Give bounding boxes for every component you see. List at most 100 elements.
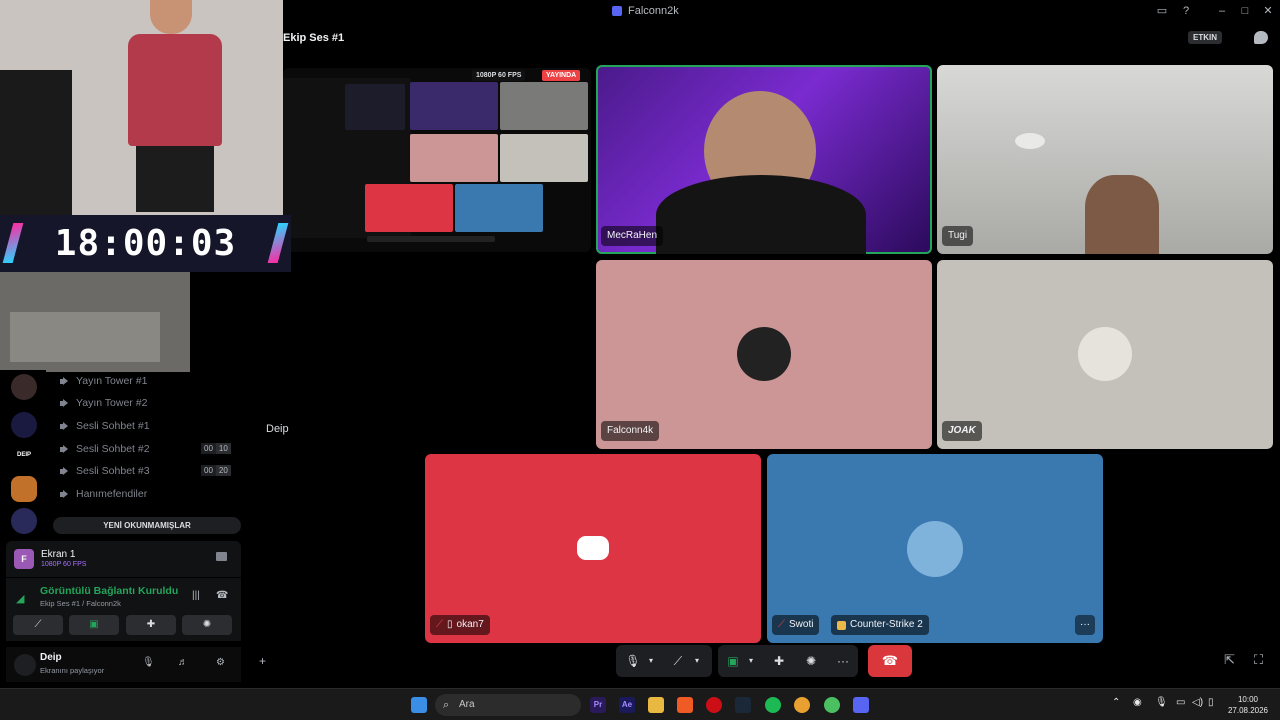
minimize-button[interactable]: –: [1214, 3, 1230, 19]
screen-share-panel: F Ekran 1 1080P 60 FPS: [6, 541, 241, 577]
taskbar-clock[interactable]: 10:00 27.08.2026: [1220, 694, 1276, 716]
server-icon-deip[interactable]: DEIP: [11, 442, 37, 468]
participant-name-label: MecRaHen: [601, 226, 664, 246]
spotify-icon[interactable]: [765, 697, 781, 713]
bed: [10, 312, 160, 362]
screen-share-tile[interactable]: [283, 68, 591, 252]
avatar: [907, 521, 963, 577]
chevron-down-icon[interactable]: ▾: [746, 650, 756, 672]
server-icon[interactable]: [11, 508, 37, 534]
disconnect-icon[interactable]: ☎: [216, 590, 228, 601]
participant-name-label: ⟋ ▯ okan7: [430, 615, 490, 635]
premiere-icon[interactable]: Pr: [590, 697, 606, 713]
connection-status[interactable]: Görüntülü Bağlantı Kuruldu: [40, 585, 178, 597]
user-panel: Deip Ekranını paylaşıyor 🎙 ♬ ⚙: [6, 647, 241, 682]
mic-icon[interactable]: 🎙: [142, 657, 155, 668]
more-icon[interactable]: ···: [834, 650, 852, 672]
mobile-icon: ▯: [447, 619, 453, 630]
add-friend-icon[interactable]: +: [259, 654, 266, 668]
ceiling-lamp: [1015, 133, 1045, 149]
new-unreads-button[interactable]: YENİ OKUNMAMIŞLAR: [53, 517, 241, 534]
soundboard-icon[interactable]: ✺: [802, 650, 820, 672]
screen-share-button[interactable]: ▣: [69, 615, 119, 635]
voice-channel[interactable]: Yayın Tower #2: [60, 394, 147, 412]
fullscreen-icon[interactable]: ⛶: [1254, 652, 1263, 668]
avatar-tile-swoti[interactable]: ⟋ Swoti Counter-Strike 2 ···: [767, 454, 1103, 643]
screen-share-icon[interactable]: ▣: [724, 650, 742, 672]
taskbar-date: 27.08.2026: [1227, 706, 1269, 715]
camera-off-button[interactable]: ⟋: [13, 615, 63, 635]
chrome-icon[interactable]: [794, 697, 810, 713]
signal-icon[interactable]: ◢: [16, 592, 24, 605]
video-tile-tugi[interactable]: Tugi: [937, 65, 1273, 254]
battery-icon[interactable]: ▯: [1208, 697, 1214, 708]
connection-location: Ekip Ses #1 / Falconn2k: [40, 599, 121, 608]
channel-name: Hanımefendiler: [76, 488, 148, 500]
participant-name: Swoti: [789, 619, 814, 630]
network-icon[interactable]: ▭: [1176, 697, 1185, 708]
channel-name: Yayın Tower #2: [76, 397, 148, 409]
voice-channel[interactable]: Sesli Sohbet #1: [60, 417, 150, 435]
voice-channel[interactable]: Hanımefendiler: [60, 485, 147, 503]
channel-name: Yayın Tower #1: [76, 375, 148, 387]
steam-icon[interactable]: [735, 697, 751, 713]
hang-up-icon[interactable]: ☎: [868, 645, 912, 677]
avatar-tile-joak[interactable]: JOAK: [937, 260, 1273, 449]
taskbar-search[interactable]: ⌕ Ara: [435, 694, 581, 716]
participant-body: [656, 175, 866, 254]
settings-icon[interactable]: ⚙: [216, 657, 225, 668]
chat-icon[interactable]: [1254, 31, 1268, 44]
server-icon[interactable]: [11, 412, 37, 438]
speaker-icon: [60, 376, 70, 386]
discord-icon[interactable]: [853, 697, 869, 713]
tray-mic-icon[interactable]: 🎙: [1155, 697, 1168, 708]
tray-app-icon[interactable]: ◉: [1133, 697, 1142, 708]
streamer-webcam-overlay: [0, 0, 283, 215]
activity-badge[interactable]: ETKIN: [1188, 31, 1222, 44]
mic-icon[interactable]: 🎙: [624, 650, 642, 672]
tray-overflow-icon[interactable]: ⌃: [1112, 697, 1120, 708]
participant-name: JOAK: [948, 425, 976, 436]
server-icon[interactable]: [11, 374, 37, 400]
stream-avatar: F: [14, 549, 34, 569]
more-icon[interactable]: ···: [1075, 615, 1095, 635]
activities-button[interactable]: ✚: [126, 615, 176, 635]
user-limit: 20: [215, 465, 231, 476]
start-icon[interactable]: [411, 697, 427, 713]
voice-channel[interactable]: Sesli Sohbet #2: [60, 440, 150, 458]
volume-icon[interactable]: ◁): [1192, 697, 1203, 708]
activities-icon[interactable]: ✚: [770, 650, 788, 672]
popout-icon[interactable]: ⇱: [1224, 652, 1235, 668]
voice-channel[interactable]: Yayın Tower #1: [60, 372, 147, 390]
person-shorts: [136, 146, 214, 212]
file-explorer-icon[interactable]: [648, 697, 664, 713]
voice-channel[interactable]: Sesli Sohbet #3: [60, 462, 150, 480]
camera-off-icon[interactable]: ⟋: [668, 650, 688, 672]
avatar-tile-falconn4k[interactable]: Falconn4k: [596, 260, 932, 449]
participant-name-label: Falconn4k: [601, 421, 660, 441]
avatar-tile-okan7[interactable]: ⟋ ▯ okan7: [425, 454, 761, 643]
chevron-down-icon[interactable]: ▾: [646, 650, 656, 672]
maximize-button[interactable]: □: [1237, 3, 1253, 19]
discord-logo-icon: [577, 536, 609, 560]
chrome-profile-icon[interactable]: [824, 697, 840, 713]
noise-suppression-icon[interactable]: |||: [192, 590, 200, 601]
opera-icon[interactable]: [706, 697, 722, 713]
video-tile-mecrahen[interactable]: MecRaHen: [596, 65, 932, 254]
close-button[interactable]: ✕: [1260, 3, 1276, 19]
resolution-badge: 1080P 60 FPS: [472, 70, 526, 81]
headphones-icon[interactable]: ♬: [178, 657, 188, 668]
soundboard-button[interactable]: ✺: [182, 615, 232, 635]
clock-deco-right: [267, 223, 289, 263]
after-effects-icon[interactable]: Ae: [619, 697, 635, 713]
stop-stream-icon[interactable]: [216, 552, 227, 561]
server-icon[interactable]: [11, 476, 37, 502]
participant-name: Falconn4k: [607, 425, 654, 436]
avatar[interactable]: [14, 654, 36, 676]
user-name[interactable]: Deip: [40, 652, 62, 663]
brave-icon[interactable]: [677, 697, 693, 713]
help-icon[interactable]: ?: [1178, 3, 1194, 19]
inbox-icon[interactable]: ▭: [1154, 3, 1170, 19]
voice-connection-panel: ◢ Görüntülü Bağlantı Kuruldu Ekip Ses #1…: [6, 578, 241, 641]
chevron-down-icon[interactable]: ▾: [692, 650, 702, 672]
